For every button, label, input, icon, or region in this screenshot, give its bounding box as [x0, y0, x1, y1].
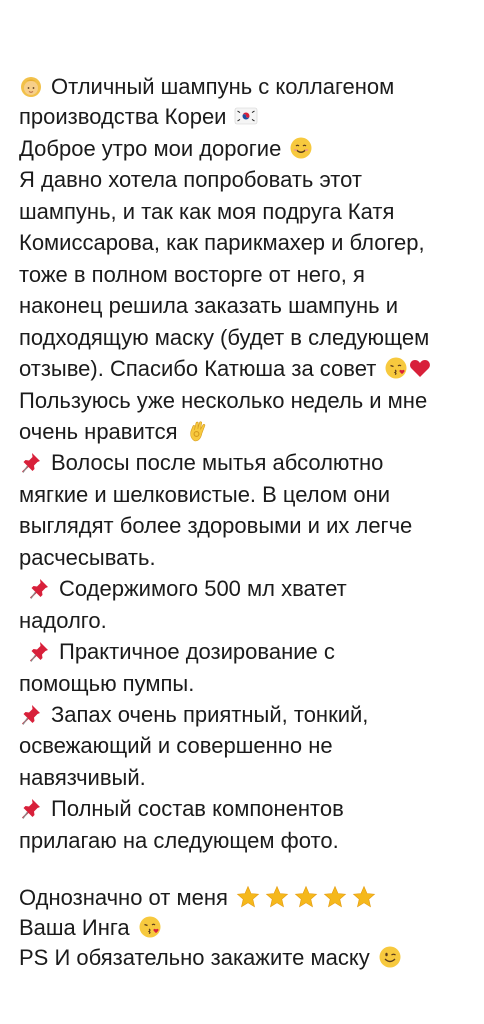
- star-icon: [236, 885, 260, 909]
- line-text: Практичное дозирование с: [59, 639, 335, 664]
- review-line-23: навязчивый.: [19, 763, 146, 793]
- line-text: освежающий и совершенно не: [19, 733, 333, 758]
- line-text: наконец решила заказать шампунь и: [19, 293, 399, 318]
- line-text: производства Кореи: [19, 104, 227, 129]
- review-line-14: мягкие и шелковистые. В целом они: [19, 480, 390, 510]
- line-text: Полный состав компонентов: [51, 796, 344, 821]
- line-text: Однозначно от меня: [19, 885, 228, 910]
- star-icon: [352, 885, 376, 909]
- review-line-13: Волосы после мытья абсолютно: [19, 448, 383, 478]
- line-text: Комиссарова, как парикмахер и блогер,: [19, 230, 425, 255]
- star-icon: [265, 885, 289, 909]
- pushpin-icon: [19, 702, 43, 726]
- line-text: отзыве). Спасибо Катюша за совет: [19, 356, 377, 381]
- line-text: Пользуюсь уже несколько недель и мне: [19, 388, 428, 413]
- review-line-28: PS И обязательно закажите маску: [19, 943, 402, 973]
- review-line-4: Я давно хотела попробовать этот: [19, 165, 362, 195]
- ok-hand-icon: [186, 419, 210, 443]
- pushpin-icon: [27, 576, 51, 600]
- pushpin-icon: [27, 639, 51, 663]
- review-line-17: Содержимого 500 мл хватет: [27, 574, 347, 604]
- review-line-16: расчесывать.: [19, 543, 156, 573]
- review-line-24: Полный состав компонентов: [19, 794, 344, 824]
- line-text: Содержимого 500 мл хватет: [59, 576, 347, 601]
- line-text: тоже в полном восторге от него, я: [19, 262, 365, 287]
- review-line-12: очень нравится: [19, 417, 210, 447]
- line-text: мягкие и шелковистые. В целом они: [19, 482, 391, 507]
- line-text: Отличный шампунь с коллагеном: [51, 74, 395, 99]
- line-text: подходящую маску (будет в следующем: [19, 325, 430, 350]
- smiling-face-icon: [289, 136, 313, 160]
- face-blowing-kiss-icon: [138, 915, 162, 939]
- line-text: Ваша Инга: [19, 915, 130, 940]
- review-line-9: подходящую маску (будет в следующем: [19, 323, 429, 353]
- line-text: PS И обязательно закажите маску: [19, 945, 370, 970]
- star-icon: [323, 885, 347, 909]
- review-line-27: Ваша Инга: [19, 913, 162, 943]
- line-text: Я давно хотела попробовать этот: [19, 167, 362, 192]
- red-heart-icon: [408, 356, 432, 380]
- line-text: прилагаю на следующем фото.: [19, 828, 339, 853]
- line-text: очень нравится: [19, 419, 178, 444]
- review-line-20: помощью пумпы.: [19, 669, 194, 699]
- review-line-25: прилагаю на следующем фото.: [19, 826, 339, 856]
- review-line-5: шампунь, и так как моя подруга Катя: [19, 197, 394, 227]
- review-line-26: Однозначно от меня: [19, 883, 378, 913]
- review-line-3: Доброе утро мои дорогие: [19, 134, 313, 164]
- line-text: расчесывать.: [19, 545, 156, 570]
- line-text: надолго.: [19, 608, 107, 633]
- woman-blond-icon: [19, 74, 43, 98]
- review-line-6: Комиссарова, как парикмахер и блогер,: [19, 228, 425, 258]
- winking-face-icon: [378, 945, 402, 969]
- review-line-1: Отличный шампунь с коллагеном: [19, 72, 394, 102]
- line-text: Волосы после мытья абсолютно: [51, 450, 384, 475]
- star-icon: [294, 885, 318, 909]
- review-line-2: производства Кореи: [19, 102, 258, 132]
- review-line-21: Запах очень приятный, тонкий,: [19, 700, 368, 730]
- line-text: помощью пумпы.: [19, 671, 195, 696]
- line-text: шампунь, и так как моя подруга Катя: [19, 199, 395, 224]
- line-text: Доброе утро мои дорогие: [19, 136, 282, 161]
- review-line-18: надолго.: [19, 606, 107, 636]
- review-line-22: освежающий и совершенно не: [19, 731, 333, 761]
- review-line-19: Практичное дозирование с: [27, 637, 335, 667]
- pushpin-icon: [19, 450, 43, 474]
- review-note: Отличный шампунь с коллагеном производст…: [0, 0, 484, 1024]
- review-line-10: отзыве). Спасибо Катюша за совет: [19, 354, 432, 384]
- review-line-11: Пользуюсь уже несколько недель и мне: [19, 386, 427, 416]
- line-text: выглядят более здоровыми и их легче: [19, 513, 413, 538]
- face-blowing-kiss-icon: [384, 356, 408, 380]
- review-line-15: выглядят более здоровыми и их легче: [19, 511, 412, 541]
- review-line-8: наконец решила заказать шампунь и: [19, 291, 398, 321]
- south-korea-flag-icon: [234, 104, 258, 128]
- review-line-7: тоже в полном восторге от него, я: [19, 260, 365, 290]
- line-text: Запах очень приятный, тонкий,: [51, 702, 369, 727]
- line-text: навязчивый.: [19, 765, 146, 790]
- pushpin-icon: [19, 796, 43, 820]
